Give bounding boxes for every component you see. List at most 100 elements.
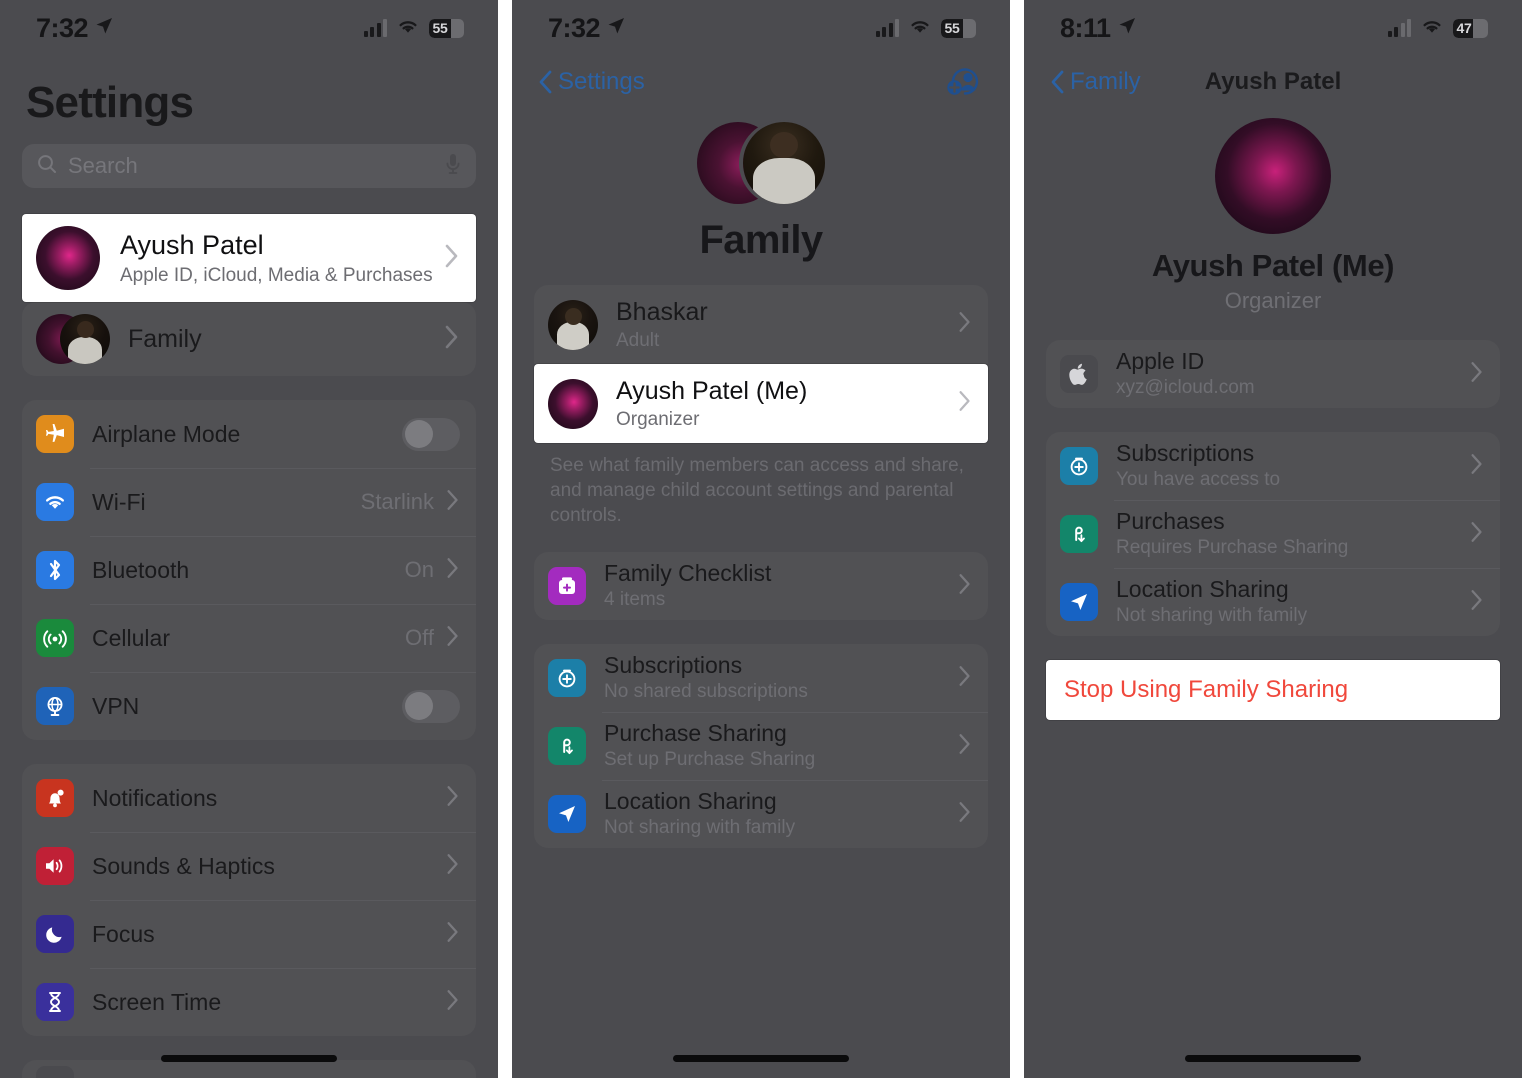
back-button-label: Family — [1070, 68, 1141, 95]
account-text: Ayush Patel Apple ID, iCloud, Media & Pu… — [120, 229, 444, 286]
search-input[interactable]: Search — [22, 144, 476, 188]
battery-icon: 55 — [429, 18, 464, 38]
home-indicator — [1185, 1055, 1361, 1062]
row-label: Apple ID — [1116, 348, 1205, 375]
next-group-partial — [22, 1060, 476, 1078]
sidebar-item-purchases[interactable]: Purchases Requires Purchase Sharing — [1046, 500, 1500, 568]
chevron-right-icon — [1470, 588, 1484, 617]
sidebar-item-family[interactable]: Family — [22, 302, 476, 376]
sidebar-item-purchase-sharing[interactable]: Purchase Sharing Set up Purchase Sharing — [534, 712, 988, 780]
row-sublabel: You have access to — [1116, 469, 1281, 491]
sidebar-item-screen-time[interactable]: Screen Time — [22, 968, 476, 1036]
sidebar-item-vpn[interactable]: VPN — [22, 672, 476, 740]
sidebar-item-subscriptions[interactable]: Subscriptions You have access to — [1046, 432, 1500, 500]
status-bar-left: 7:32 — [548, 13, 626, 44]
sidebar-item-focus[interactable]: Focus — [22, 900, 476, 968]
chevron-right-icon — [958, 732, 972, 761]
sidebar-item-notifications[interactable]: Notifications — [22, 764, 476, 832]
row-label: Bluetooth — [92, 556, 190, 583]
stop-using-family-sharing-button[interactable]: Stop Using Family Sharing — [1046, 660, 1500, 720]
back-button-settings[interactable]: Settings — [538, 68, 645, 96]
member-role: Organizer — [1224, 288, 1322, 313]
location-arrow-icon — [1117, 16, 1137, 41]
search-placeholder: Search — [68, 153, 138, 178]
stop-using-family-sharing-label: Stop Using Family Sharing — [1064, 676, 1349, 703]
add-person-icon[interactable] — [944, 65, 984, 99]
search-icon — [36, 153, 58, 180]
family-card: Family — [22, 302, 476, 376]
apple-id-account-row[interactable]: Ayush Patel Apple ID, iCloud, Media & Pu… — [22, 214, 476, 302]
row-sublabel: Set up Purchase Sharing — [604, 749, 816, 771]
focus-moon-icon — [36, 915, 74, 953]
sidebar-item-apple-id[interactable]: Apple ID xyz@icloud.com — [1046, 340, 1500, 408]
list-item-member-ayush[interactable]: Ayush Patel (Me) Organizer — [534, 364, 988, 443]
status-bar-right: 47 — [1387, 17, 1488, 40]
row-label: Wi-Fi — [92, 488, 146, 515]
row-label: Screen Time — [92, 988, 222, 1015]
chevron-right-icon — [446, 784, 460, 813]
back-button-label: Settings — [558, 68, 645, 95]
back-button-family[interactable]: Family — [1050, 68, 1141, 96]
sidebar-item-airplane-mode[interactable]: Airplane Mode — [22, 400, 476, 468]
microphone-icon[interactable] — [444, 152, 462, 181]
chevron-right-icon — [446, 556, 460, 585]
wifi-icon — [908, 17, 932, 40]
account-row-inner[interactable]: Ayush Patel Apple ID, iCloud, Media & Pu… — [22, 214, 476, 302]
chevron-right-icon — [1470, 452, 1484, 481]
row-label: Family Checklist — [604, 560, 772, 587]
location-sharing-icon — [548, 795, 586, 834]
family-avatars — [36, 314, 110, 364]
purchase-sharing-icon — [548, 727, 586, 766]
row-label: VPN — [92, 692, 140, 719]
avatar — [36, 226, 100, 290]
chevron-right-icon — [444, 243, 460, 274]
status-bar: 8:11 47 — [1024, 0, 1522, 56]
location-arrow-icon — [94, 16, 114, 41]
row-sublabel: No shared subscriptions — [604, 681, 808, 703]
row-label: Purchases — [1116, 508, 1225, 535]
battery-icon: 47 — [1453, 18, 1488, 38]
home-indicator — [673, 1055, 849, 1062]
airplane-mode-toggle[interactable] — [402, 417, 460, 451]
apple-logo-icon — [1060, 355, 1098, 393]
row-label: Notifications — [92, 784, 218, 811]
member-detail-content: Ayush Patel (Me) Organizer Apple ID xyz@… — [1024, 108, 1522, 720]
sidebar-item-general[interactable] — [22, 1060, 476, 1078]
member-row-inner[interactable]: Ayush Patel (Me) Organizer — [534, 364, 988, 443]
general-gear-icon — [36, 1066, 74, 1078]
member-text: Ayush Patel (Me) Organizer — [616, 376, 958, 431]
chevron-right-icon — [1470, 360, 1484, 389]
sidebar-item-family-checklist[interactable]: Family Checklist 4 items — [534, 552, 988, 620]
status-time: 8:11 — [1060, 12, 1111, 43]
sidebar-item-location-sharing[interactable]: Location Sharing Not sharing with family — [1046, 568, 1500, 636]
sidebar-item-wifi[interactable]: Wi-Fi Starlink — [22, 468, 476, 536]
account-name: Ayush Patel — [120, 230, 264, 261]
list-item-member-bhaskar[interactable]: Bhaskar Adult — [534, 285, 988, 364]
sidebar-item-subscriptions[interactable]: Subscriptions No shared subscriptions — [534, 644, 988, 712]
cellular-bars-icon — [875, 19, 899, 37]
vpn-globe-icon — [36, 687, 74, 725]
status-bar-left: 8:11 — [1060, 13, 1137, 44]
family-text: Family — [128, 324, 444, 355]
avatar — [548, 299, 598, 350]
status-bar-right: 55 — [363, 17, 464, 40]
chevron-right-icon — [958, 572, 972, 601]
purchase-sharing-icon — [1060, 515, 1098, 553]
vpn-toggle[interactable] — [402, 689, 460, 723]
row-value: Off — [405, 625, 434, 650]
chevron-right-icon — [958, 664, 972, 693]
phone-screen-settings: 7:32 55 Settings Search Ayush Patel Appl… — [0, 0, 498, 1078]
sidebar-item-location-sharing[interactable]: Location Sharing Not sharing with family — [534, 780, 988, 848]
location-arrow-icon — [606, 16, 626, 41]
chevron-right-icon — [446, 988, 460, 1017]
row-value: Starlink — [360, 489, 434, 514]
wifi-icon — [1420, 17, 1444, 40]
airplane-icon — [36, 415, 74, 453]
row-sublabel: 4 items — [604, 589, 666, 611]
row-sublabel: Not sharing with family — [1116, 605, 1308, 627]
sidebar-item-cellular[interactable]: Cellular Off — [22, 604, 476, 672]
sounds-speaker-icon — [36, 847, 74, 885]
sidebar-item-sounds-haptics[interactable]: Sounds & Haptics — [22, 832, 476, 900]
sidebar-item-bluetooth[interactable]: Bluetooth On — [22, 536, 476, 604]
chevron-right-icon — [446, 488, 460, 517]
